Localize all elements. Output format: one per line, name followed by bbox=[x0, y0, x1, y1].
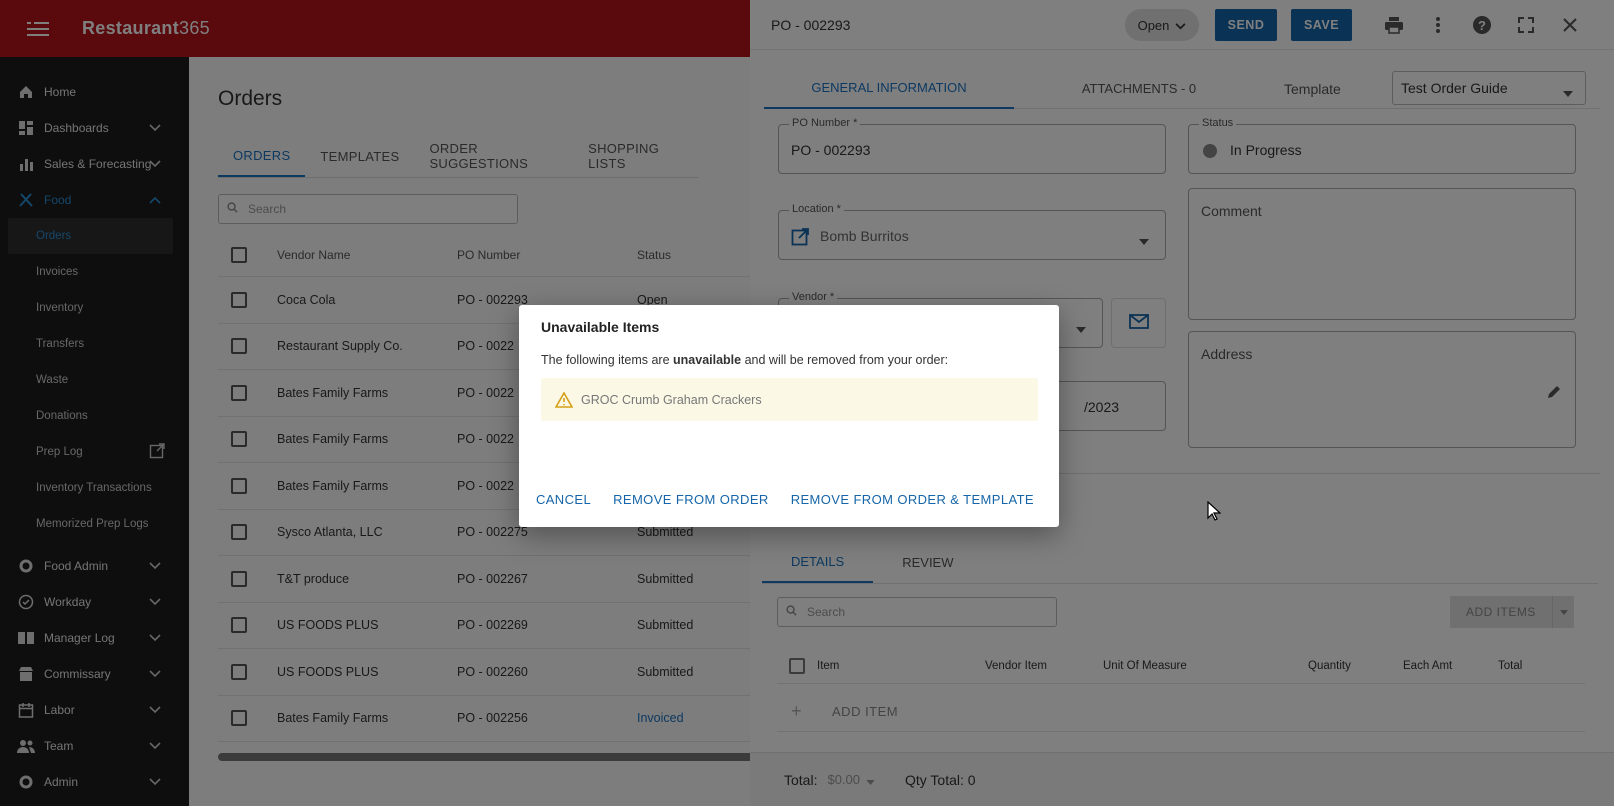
mouse-cursor-icon bbox=[1207, 500, 1222, 524]
unavailable-item-name: GROC Crumb Graham Crackers bbox=[581, 392, 762, 407]
cancel-button[interactable]: CANCEL bbox=[525, 485, 602, 513]
unavailable-item-row: GROC Crumb Graham Crackers bbox=[541, 378, 1038, 421]
remove-from-order-and-template-button[interactable]: REMOVE FROM ORDER & TEMPLATE bbox=[780, 485, 1045, 513]
dialog-message-pre: The following items are bbox=[541, 353, 674, 367]
unavailable-items-dialog: Unavailable Items The following items ar… bbox=[519, 305, 1059, 527]
warning-icon bbox=[555, 391, 573, 408]
dialog-title: Unavailable Items bbox=[541, 319, 660, 335]
dialog-actions: CANCEL REMOVE FROM ORDER REMOVE FROM ORD… bbox=[525, 485, 1045, 513]
remove-from-order-button[interactable]: REMOVE FROM ORDER bbox=[602, 485, 780, 513]
dialog-message: The following items are unavailable and … bbox=[541, 353, 948, 367]
dialog-message-bold: unavailable bbox=[673, 353, 742, 367]
dialog-message-post: and will be removed from your order: bbox=[741, 353, 949, 367]
